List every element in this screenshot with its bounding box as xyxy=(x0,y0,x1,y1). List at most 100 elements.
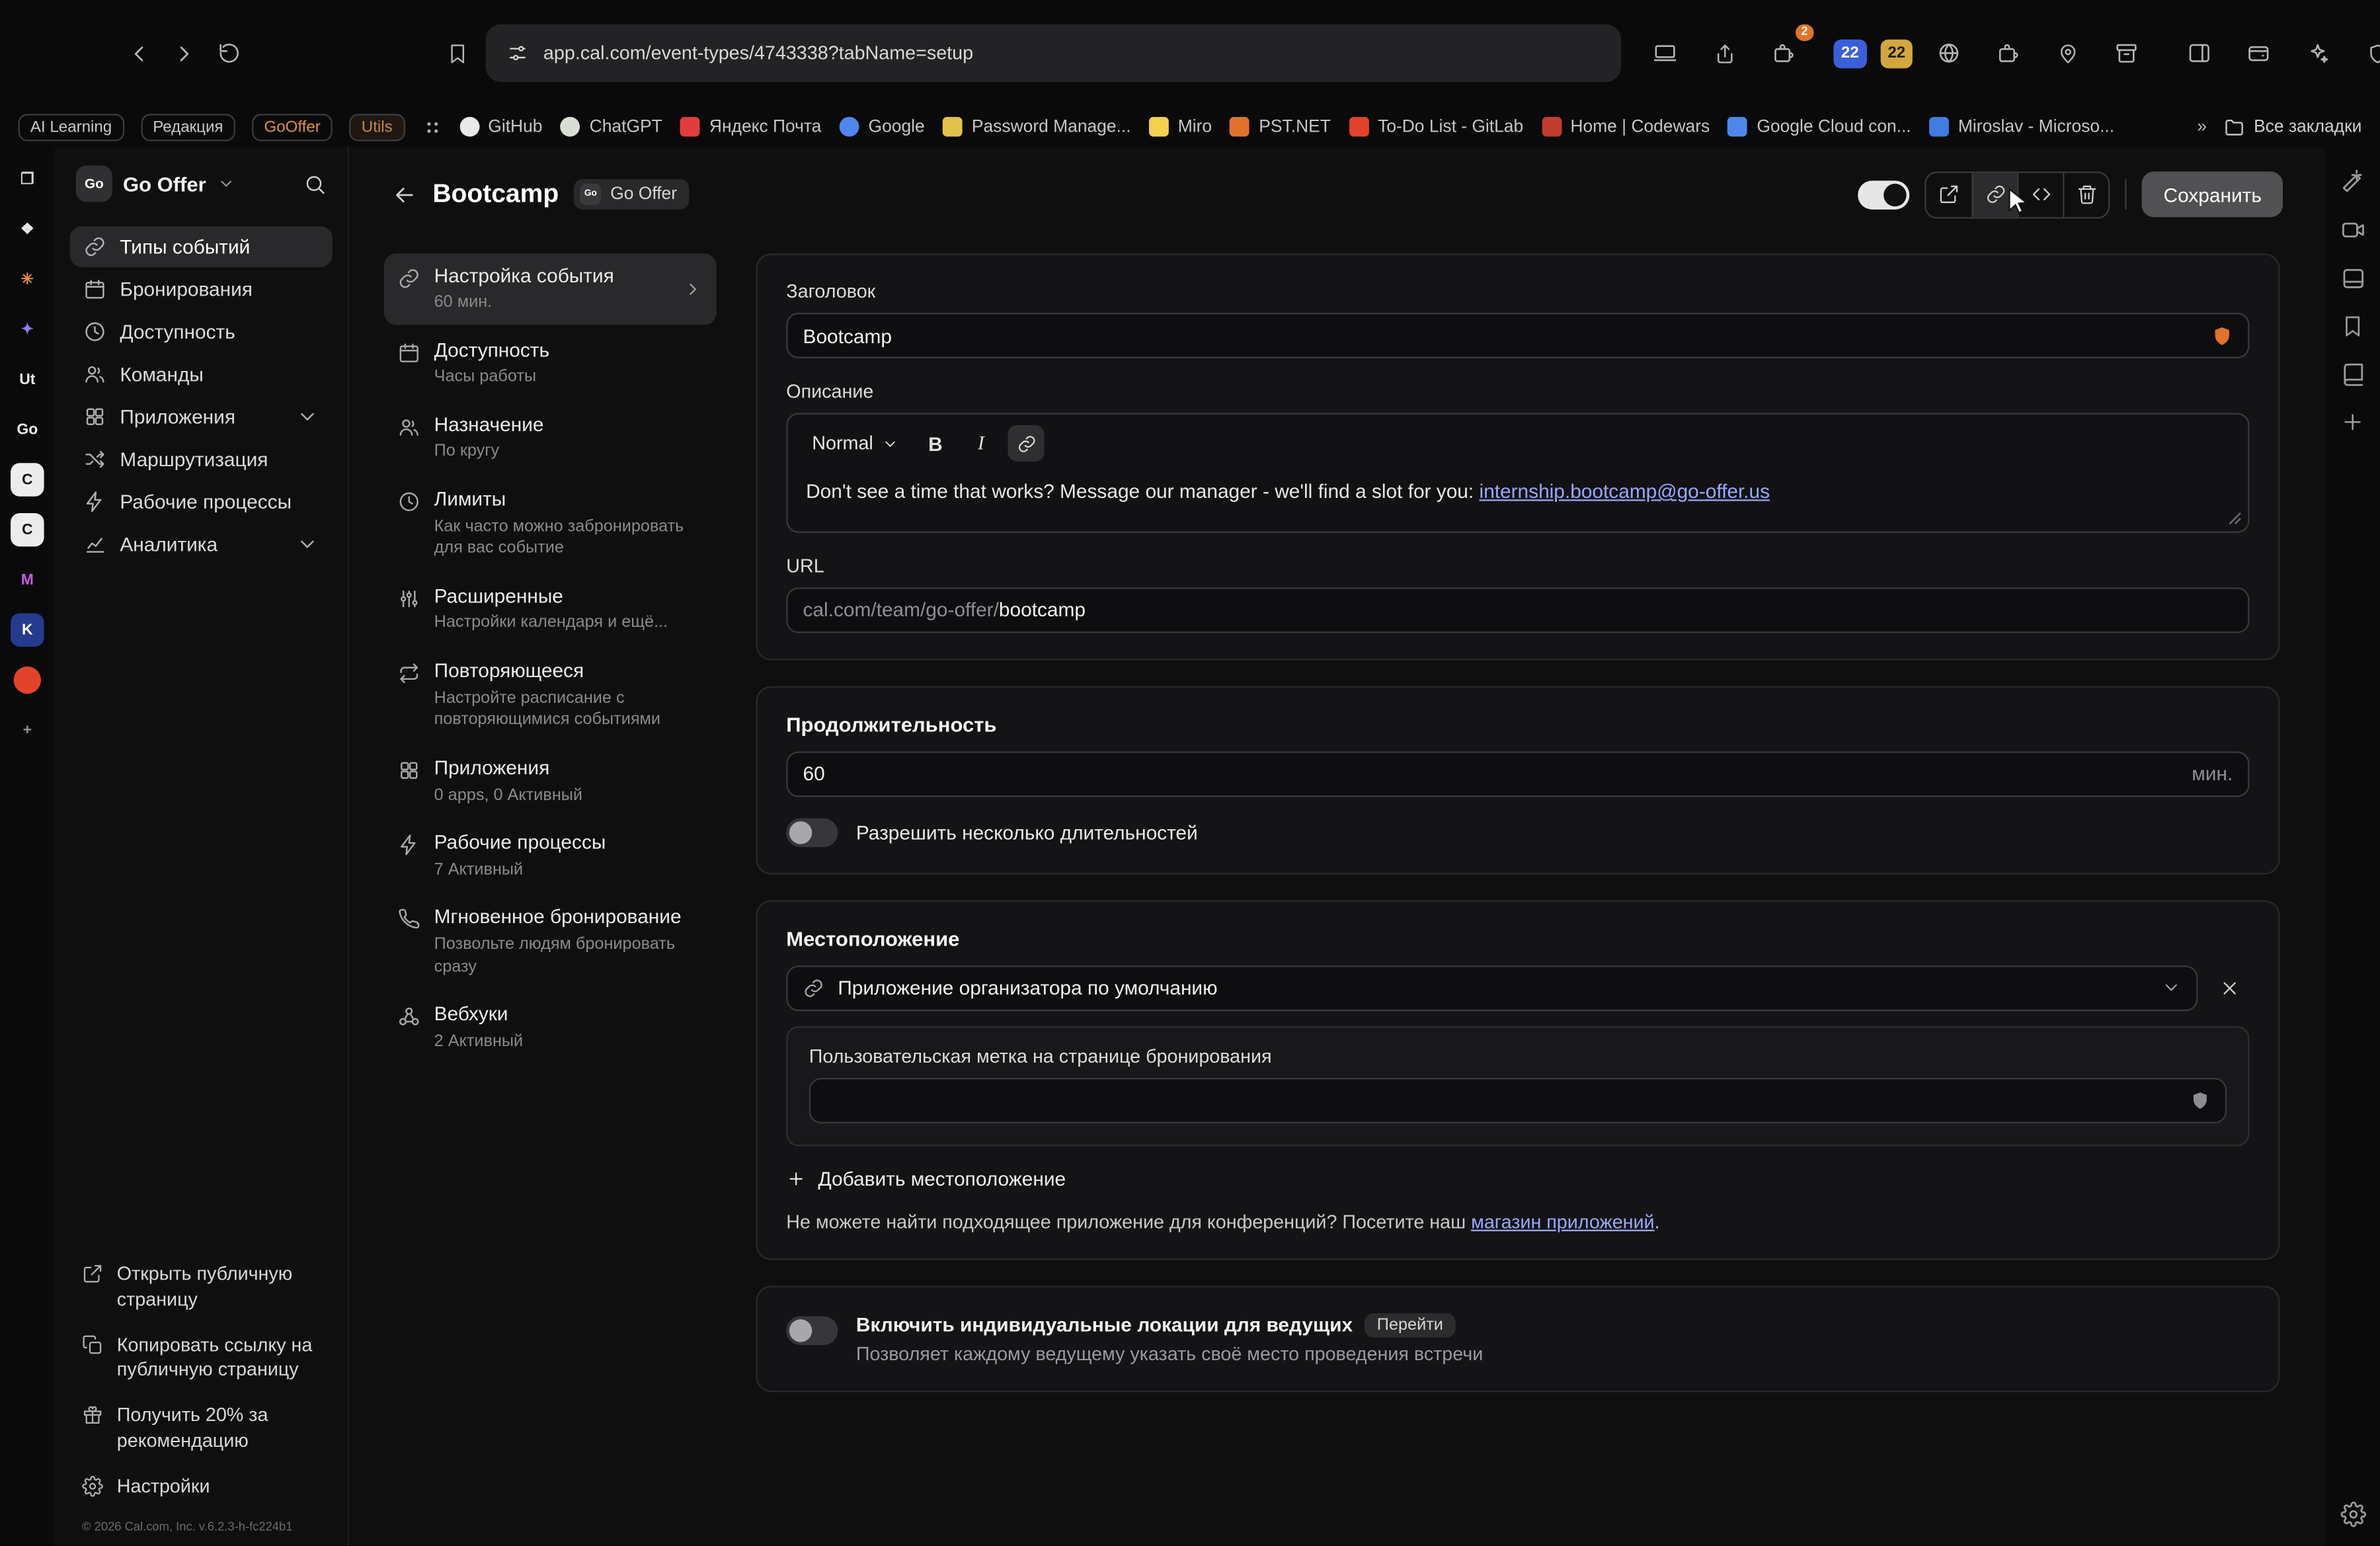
tab-advanced[interactable]: РасширенныеНастройки календаря и ещё... xyxy=(384,574,717,645)
bookmark-item[interactable]: Home | Codewars xyxy=(1542,117,1710,137)
bookmark-item[interactable]: Miroslav - Microso... xyxy=(1929,117,2114,137)
settings-gear-icon[interactable] xyxy=(2340,1502,2365,1527)
address-bar[interactable]: app.cal.com/event-types/4743338?tabName=… xyxy=(486,24,1621,82)
add-panel-icon[interactable] xyxy=(2340,410,2365,434)
workspace-icon[interactable]: C xyxy=(11,463,44,497)
add-workspace-button[interactable]: + xyxy=(11,713,44,747)
resize-handle[interactable] xyxy=(2228,511,2242,525)
bookmark-item[interactable]: Google xyxy=(840,117,925,137)
globe-icon[interactable] xyxy=(1926,30,1972,76)
email-link[interactable]: internship.bootcamp@go-offer.us xyxy=(1479,480,1770,503)
password-manager-shield-icon[interactable] xyxy=(2190,1090,2210,1111)
team-name[interactable]: Go Offer xyxy=(123,173,206,195)
workspace-icon[interactable]: M xyxy=(11,563,44,597)
individual-locations-toggle[interactable] xyxy=(786,1316,838,1345)
duration-input[interactable]: 60 мин. xyxy=(786,751,2249,797)
pin-icon[interactable] xyxy=(2045,30,2090,76)
bookmark-chip[interactable]: AI Learning xyxy=(19,113,124,140)
wallet-icon[interactable] xyxy=(2237,30,2282,76)
workspace-icon[interactable]: ✦ xyxy=(11,313,44,346)
team-badge[interactable]: Go Go Offer xyxy=(574,179,689,210)
puzzle-icon[interactable] xyxy=(1986,30,2032,76)
sidebar-item-insights[interactable]: Аналитика xyxy=(70,524,333,565)
custom-label-input[interactable] xyxy=(809,1078,2227,1123)
workspace-icon[interactable]: Ut xyxy=(11,363,44,397)
share-icon[interactable] xyxy=(1702,30,1747,76)
bookmark-item[interactable]: To-Do List - GitLab xyxy=(1349,117,1523,137)
site-settings-icon[interactable] xyxy=(507,42,528,63)
bookmark-item[interactable]: Password Manage... xyxy=(943,117,1130,137)
reload-button[interactable] xyxy=(206,30,252,76)
tab-counter-chip[interactable]: 22 xyxy=(1833,39,1866,68)
sidebar-item-availability[interactable]: Доступность xyxy=(70,311,333,352)
location-select[interactable]: Приложение организатора по умолчанию xyxy=(786,965,2198,1011)
sidebar-toggle-icon[interactable] xyxy=(2177,30,2223,76)
apps-grid-icon[interactable] xyxy=(421,116,442,138)
bookmarks-overflow-chevron[interactable]: » xyxy=(2197,118,2207,136)
description-text[interactable]: Don't see a time that works? Message our… xyxy=(788,466,2248,531)
tab-assignment[interactable]: НазначениеПо кругу xyxy=(384,403,717,474)
bookmark-item[interactable]: PST.NET xyxy=(1230,117,1331,137)
tab-availability[interactable]: ДоступностьЧасы работы xyxy=(384,328,717,399)
settings-button[interactable]: Настройки xyxy=(70,1465,333,1508)
referral-button[interactable]: Получить 20% за рекомендацию xyxy=(70,1394,333,1461)
workspace-icon[interactable] xyxy=(14,667,41,694)
all-bookmarks-button[interactable]: Все закладки xyxy=(2223,116,2361,138)
password-manager-shield-icon[interactable] xyxy=(2211,324,2233,346)
description-editor[interactable]: Normal B I Don't see a time that works? … xyxy=(786,413,2249,532)
delete-button[interactable] xyxy=(2063,173,2109,217)
browser-back-button[interactable] xyxy=(115,30,161,76)
bookmark-item[interactable]: GitHub xyxy=(459,117,543,137)
go-to-badge[interactable]: Перейти xyxy=(1365,1313,1455,1338)
save-button[interactable]: Сохранить xyxy=(2142,171,2283,217)
add-location-button[interactable]: Добавить местоположение xyxy=(786,1167,2249,1190)
sidebar-item-workflows[interactable]: Рабочие процессы xyxy=(70,481,333,522)
back-button[interactable] xyxy=(391,181,417,207)
open-public-page-button[interactable]: Открыть публичную страницу xyxy=(70,1253,333,1321)
bookmark-chip[interactable]: GoOffer xyxy=(252,113,333,140)
sidebar-item-apps[interactable]: Приложения xyxy=(70,396,333,437)
italic-button[interactable]: I xyxy=(963,425,999,462)
workspace-icon[interactable]: C xyxy=(11,513,44,547)
bookmark-flag-icon[interactable] xyxy=(434,30,480,76)
preview-button[interactable] xyxy=(1926,173,1972,217)
team-logo[interactable]: Go xyxy=(76,165,112,202)
bookmark-item[interactable]: Google Cloud con... xyxy=(1728,117,1911,137)
book-icon[interactable] xyxy=(2340,361,2365,387)
multiple-durations-toggle[interactable] xyxy=(786,818,838,847)
text-style-select[interactable]: Normal xyxy=(803,428,908,458)
panel-icon[interactable] xyxy=(2340,266,2365,292)
bookmark-item[interactable]: ChatGPT xyxy=(561,117,662,137)
sparkles-icon[interactable] xyxy=(2295,30,2341,76)
tab-instant-booking[interactable]: Мгновенное бронированиеПозвольте людям б… xyxy=(384,895,717,989)
workspace-icon[interactable]: Go xyxy=(11,413,44,446)
workspace-icon[interactable]: ❐ xyxy=(11,163,44,196)
tab-limits[interactable]: ЛимитыКак часто можно забронировать для … xyxy=(384,477,717,571)
tab-recurring[interactable]: ПовторяющеесяНастройте расписание с повт… xyxy=(384,649,717,743)
sidebar-item-routing[interactable]: Маршрутизация xyxy=(70,439,333,480)
bookmark-chip[interactable]: Utils xyxy=(349,113,405,140)
chevron-down-icon[interactable] xyxy=(217,175,235,193)
sidebar-item-bookings[interactable]: Бронирования xyxy=(70,268,333,309)
tab-counter-chip[interactable]: 22 xyxy=(1880,39,1913,68)
tab-apps[interactable]: Приложения0 apps, 0 Активный xyxy=(384,746,717,817)
remove-location-button[interactable] xyxy=(2210,968,2250,1008)
browser-forward-button[interactable] xyxy=(161,30,206,76)
workspace-icon[interactable]: K xyxy=(11,614,44,647)
extension-icon[interactable]: 2 xyxy=(1761,30,1806,76)
bookmark-item[interactable]: Яндекс Почта xyxy=(680,117,821,137)
bookmark-chip[interactable]: Редакция xyxy=(141,113,235,140)
screen-share-icon[interactable] xyxy=(1642,30,1688,76)
workspace-icon[interactable]: ✳ xyxy=(11,263,44,296)
shield-icon[interactable] xyxy=(2355,30,2380,76)
bookmark-item[interactable]: Miro xyxy=(1149,117,1212,137)
sidebar-item-teams[interactable]: Команды xyxy=(70,354,333,395)
tab-workflows[interactable]: Рабочие процессы7 Активный xyxy=(384,821,717,892)
sidebar-item-event-types[interactable]: Типы событий xyxy=(70,226,333,267)
video-icon[interactable] xyxy=(2340,217,2365,243)
bookmark-icon[interactable] xyxy=(2340,314,2365,339)
archive-icon[interactable] xyxy=(2104,30,2150,76)
title-input[interactable]: Bootcamp xyxy=(786,313,2249,358)
event-visibility-toggle[interactable] xyxy=(1858,180,1910,209)
bold-button[interactable]: B xyxy=(917,425,953,462)
